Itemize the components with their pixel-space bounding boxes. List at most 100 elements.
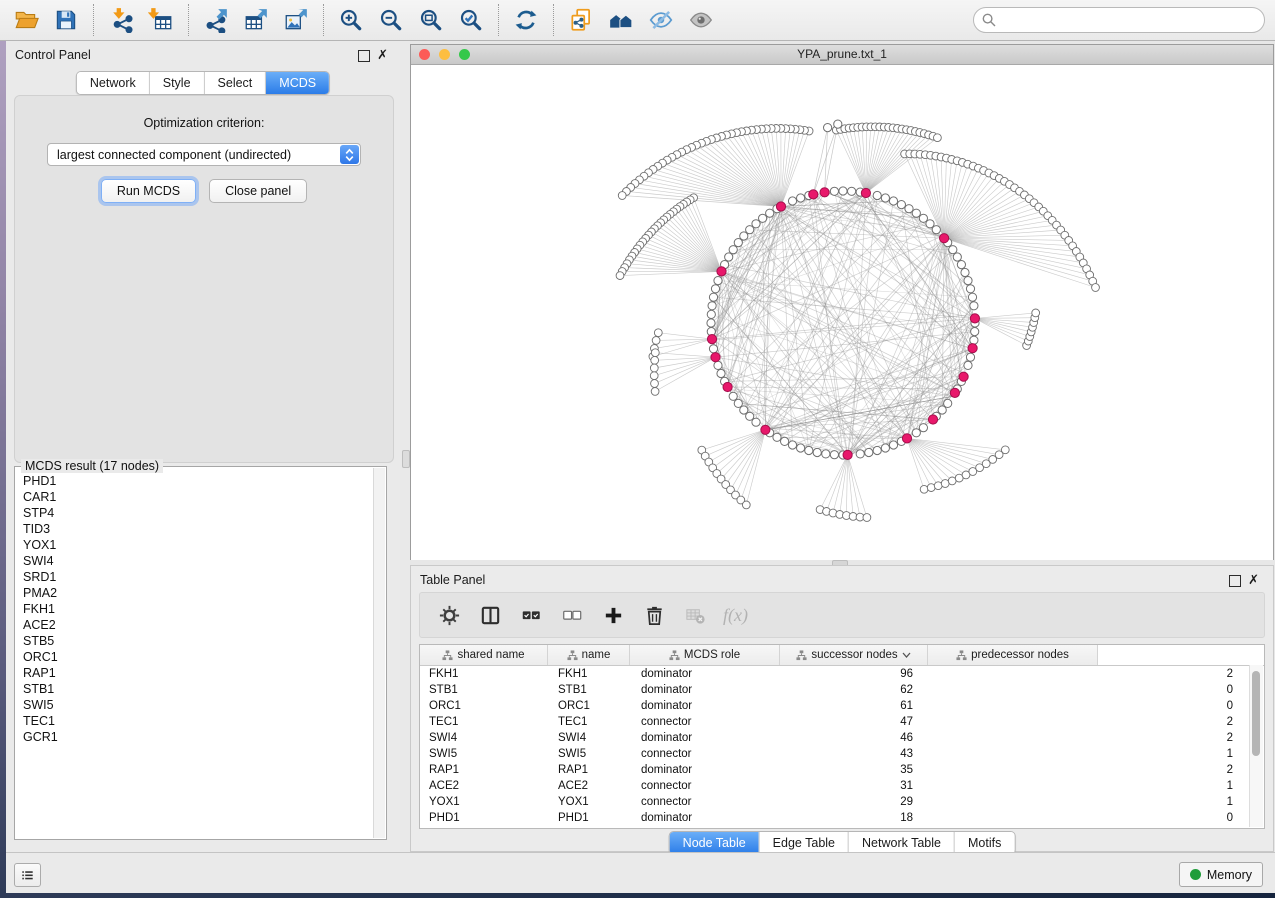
tab-network[interactable]: Network bbox=[77, 72, 149, 94]
ring-node[interactable] bbox=[881, 444, 889, 452]
mcds-result-item[interactable]: GCR1 bbox=[23, 729, 386, 745]
mcds-result-item[interactable]: PMA2 bbox=[23, 585, 386, 601]
network-canvas[interactable] bbox=[411, 65, 1273, 560]
mcds-node[interactable] bbox=[970, 314, 979, 323]
mcds-node[interactable] bbox=[761, 425, 770, 434]
add-row-icon[interactable] bbox=[600, 602, 626, 628]
column-chooser-icon[interactable] bbox=[477, 602, 503, 628]
table-row-PHD1[interactable]: PHD1PHD1dominator180 bbox=[420, 810, 1264, 826]
mcds-result-item[interactable]: TEC1 bbox=[23, 713, 386, 729]
mcds-result-item[interactable]: PHD1 bbox=[23, 473, 386, 489]
export-image-icon[interactable] bbox=[276, 3, 316, 37]
zoom-fit-icon[interactable] bbox=[411, 3, 451, 37]
leaf-node[interactable] bbox=[1092, 284, 1100, 292]
ring-node[interactable] bbox=[970, 302, 978, 310]
zoom-selected-icon[interactable] bbox=[451, 3, 491, 37]
mcds-node[interactable] bbox=[861, 188, 870, 197]
ring-node[interactable] bbox=[905, 205, 913, 213]
ring-node[interactable] bbox=[788, 441, 796, 449]
ring-node[interactable] bbox=[897, 201, 905, 209]
mcds-node[interactable] bbox=[707, 335, 716, 344]
leaf-node[interactable] bbox=[650, 364, 658, 372]
import-network-icon[interactable] bbox=[101, 3, 141, 37]
criterion-dropdown[interactable]: largest connected component (undirected) bbox=[47, 143, 361, 166]
splitter-grip[interactable] bbox=[402, 450, 410, 468]
leaf-node[interactable] bbox=[651, 388, 659, 396]
network-window-titlebar[interactable]: YPA_prune.txt_1 bbox=[411, 45, 1273, 65]
leaf-node[interactable] bbox=[1001, 446, 1009, 454]
mcds-node[interactable] bbox=[843, 450, 852, 459]
zoom-out-icon[interactable] bbox=[371, 3, 411, 37]
ring-node[interactable] bbox=[766, 209, 774, 217]
window-minimize-traffic-light[interactable] bbox=[439, 49, 450, 60]
table-row-ACE2[interactable]: ACE2ACE2connector311 bbox=[420, 778, 1264, 794]
mcds-node[interactable] bbox=[959, 372, 968, 381]
table-row-FKH1[interactable]: FKH1FKH1dominator962 bbox=[420, 666, 1264, 682]
column-header-successor-nodes[interactable]: successor nodes bbox=[780, 645, 928, 665]
tab-motifs[interactable]: Motifs bbox=[954, 832, 1014, 854]
table-row-RAP1[interactable]: RAP1RAP1dominator352 bbox=[420, 762, 1264, 778]
leaf-node[interactable] bbox=[654, 329, 662, 337]
mcds-result-list[interactable]: PHD1CAR1STP4TID3YOX1SWI4SRD1PMA2FKH1ACE2… bbox=[15, 467, 386, 745]
mcds-result-item[interactable]: SWI5 bbox=[23, 697, 386, 713]
zoom-in-icon[interactable] bbox=[331, 3, 371, 37]
ring-node[interactable] bbox=[830, 187, 838, 195]
tab-node-table[interactable]: Node Table bbox=[670, 832, 759, 854]
ring-node[interactable] bbox=[873, 191, 881, 199]
import-table-icon[interactable] bbox=[141, 3, 181, 37]
mcds-node[interactable] bbox=[711, 353, 720, 362]
close-panel-button[interactable]: Close panel bbox=[209, 179, 307, 203]
ring-node[interactable] bbox=[709, 293, 717, 301]
mcds-result-item[interactable]: TID3 bbox=[23, 521, 386, 537]
ring-node[interactable] bbox=[971, 328, 979, 336]
deselect-all-icon[interactable] bbox=[559, 602, 585, 628]
mcds-result-item[interactable]: ORC1 bbox=[23, 649, 386, 665]
ring-node[interactable] bbox=[970, 336, 978, 344]
leaf-node[interactable] bbox=[824, 124, 832, 132]
mcds-result-item[interactable]: SRD1 bbox=[23, 569, 386, 585]
ring-node[interactable] bbox=[805, 446, 813, 454]
export-table-icon[interactable] bbox=[236, 3, 276, 37]
delete-rows-icon[interactable] bbox=[641, 602, 667, 628]
mcds-result-item[interactable]: YOX1 bbox=[23, 537, 386, 553]
mcds-node[interactable] bbox=[723, 382, 732, 391]
mcds-node[interactable] bbox=[776, 202, 785, 211]
float-panel-icon[interactable] bbox=[358, 50, 370, 62]
leaf-node[interactable] bbox=[652, 337, 660, 345]
ring-node[interactable] bbox=[830, 451, 838, 459]
tab-select[interactable]: Select bbox=[204, 72, 266, 94]
mcds-node[interactable] bbox=[820, 188, 829, 197]
close-panel-icon[interactable]: ✗ bbox=[377, 47, 388, 63]
leaf-node[interactable] bbox=[920, 485, 928, 493]
ring-node[interactable] bbox=[912, 209, 920, 217]
leaf-node[interactable] bbox=[1032, 309, 1040, 317]
ring-node[interactable] bbox=[865, 448, 873, 456]
ring-node[interactable] bbox=[707, 319, 715, 327]
ring-node[interactable] bbox=[961, 268, 969, 276]
tab-mcds[interactable]: MCDS bbox=[265, 72, 329, 94]
task-history-button[interactable] bbox=[14, 863, 41, 887]
mcds-result-item[interactable]: STB1 bbox=[23, 681, 386, 697]
leaf-node[interactable] bbox=[651, 380, 659, 388]
ring-node[interactable] bbox=[711, 285, 719, 293]
leaf-node[interactable] bbox=[834, 120, 842, 128]
mcds-node[interactable] bbox=[902, 434, 911, 443]
ring-node[interactable] bbox=[797, 194, 805, 202]
ring-node[interactable] bbox=[773, 433, 781, 441]
float-table-panel-icon[interactable] bbox=[1229, 575, 1241, 587]
ring-node[interactable] bbox=[949, 246, 957, 254]
ring-node[interactable] bbox=[752, 418, 760, 426]
ring-node[interactable] bbox=[889, 197, 897, 205]
window-close-traffic-light[interactable] bbox=[419, 49, 430, 60]
ring-node[interactable] bbox=[889, 441, 897, 449]
ring-node[interactable] bbox=[707, 310, 715, 318]
column-header-shared-name[interactable]: shared name bbox=[420, 645, 548, 665]
mcds-node[interactable] bbox=[717, 267, 726, 276]
mcds-result-item[interactable]: ACE2 bbox=[23, 617, 386, 633]
mcds-result-item[interactable]: FKH1 bbox=[23, 601, 386, 617]
leaf-node[interactable] bbox=[618, 192, 626, 200]
table-row-SWI4[interactable]: SWI4SWI4dominator462 bbox=[420, 730, 1264, 746]
tab-edge-table[interactable]: Edge Table bbox=[759, 832, 848, 854]
ring-node[interactable] bbox=[822, 450, 830, 458]
ring-node[interactable] bbox=[919, 424, 927, 432]
